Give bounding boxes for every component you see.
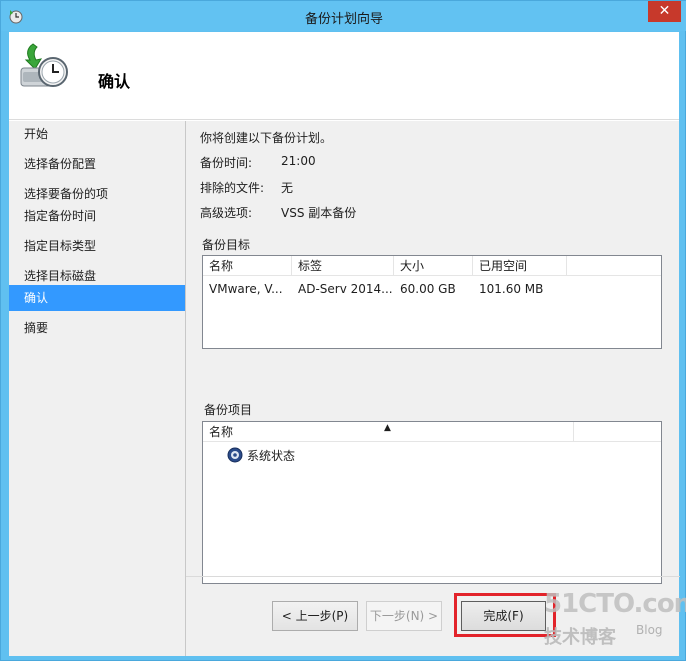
sidebar-item-backup-time[interactable]: 指定备份时间 <box>9 203 185 229</box>
column-size[interactable]: 大小 <box>394 256 473 276</box>
field-label-excluded-files: 排除的文件: <box>200 181 265 195</box>
backup-schedule-icon <box>20 43 68 87</box>
sidebar-item-target-type[interactable]: 指定目标类型 <box>9 233 185 259</box>
cell-used-space: 101.60 MB <box>479 282 544 296</box>
wizard-content: 你将创建以下备份计划。 备份时间: 21:00 排除的文件: 无 高级选项: V… <box>185 121 680 656</box>
window-title: 备份计划向导 <box>304 12 383 27</box>
backup-target-list[interactable]: 名称 标签 大小 已用空间 VMware, V... AD-Serv 2014.… <box>202 255 662 349</box>
field-value-excluded-files: 无 <box>281 181 294 195</box>
backup-items-label: 备份项目 <box>204 403 253 417</box>
column-label[interactable]: 标签 <box>292 256 394 276</box>
cell-label: AD-Serv 2014... <box>298 282 393 296</box>
sidebar-item-summary[interactable]: 摘要 <box>9 315 185 341</box>
column-name[interactable]: 名称 <box>203 256 292 276</box>
backup-items-list[interactable]: 名称 ▲ 系统状态 <box>202 421 662 584</box>
previous-button[interactable]: < 上一步(P) <box>272 601 358 631</box>
sidebar-item-start[interactable]: 开始 <box>9 121 185 147</box>
finish-highlight-box <box>454 593 556 637</box>
field-value-backup-time: 21:00 <box>281 154 316 168</box>
wizard-sidebar: 开始 选择备份配置 选择要备份的项 指定备份时间 指定目标类型 选择目标磁盘 确… <box>9 121 185 656</box>
next-button[interactable]: 下一步(N) > <box>366 601 442 631</box>
backup-target-header: 名称 标签 大小 已用空间 <box>203 256 661 276</box>
page-title: 确认 <box>98 72 131 91</box>
title-bar[interactable]: 备份计划向导 ✕ <box>1 1 686 31</box>
wizard-client: 确认 开始 选择备份配置 选择要备份的项 指定备份时间 指定目标类型 选择目标磁… <box>9 32 680 656</box>
field-value-advanced-options: VSS 副本备份 <box>281 206 357 220</box>
cell-name: VMware, V... <box>209 282 283 296</box>
column-used-space[interactable]: 已用空间 <box>473 256 567 276</box>
cell-size: 60.00 GB <box>400 282 456 296</box>
item-name: 系统状态 <box>247 449 296 463</box>
wizard-window: 备份计划向导 ✕ 确认 开始 选择备份配置 选择要备份的项 指定备份时间 指定目… <box>0 0 686 661</box>
backup-target-label: 备份目标 <box>202 238 251 252</box>
field-label-backup-time: 备份时间: <box>200 156 253 170</box>
sidebar-item-select-config[interactable]: 选择备份配置 <box>9 151 185 177</box>
footer-divider <box>186 576 680 577</box>
sidebar-item-confirm[interactable]: 确认 <box>9 285 185 311</box>
backup-items-header: 名称 ▲ <box>203 422 661 442</box>
close-button[interactable]: ✕ <box>648 1 681 22</box>
intro-text: 你将创建以下备份计划。 <box>200 131 333 145</box>
sort-ascending-icon: ▲ <box>384 423 391 433</box>
system-state-icon <box>227 447 243 463</box>
field-label-advanced-options: 高级选项: <box>200 206 253 220</box>
wizard-header: 确认 <box>9 32 679 120</box>
